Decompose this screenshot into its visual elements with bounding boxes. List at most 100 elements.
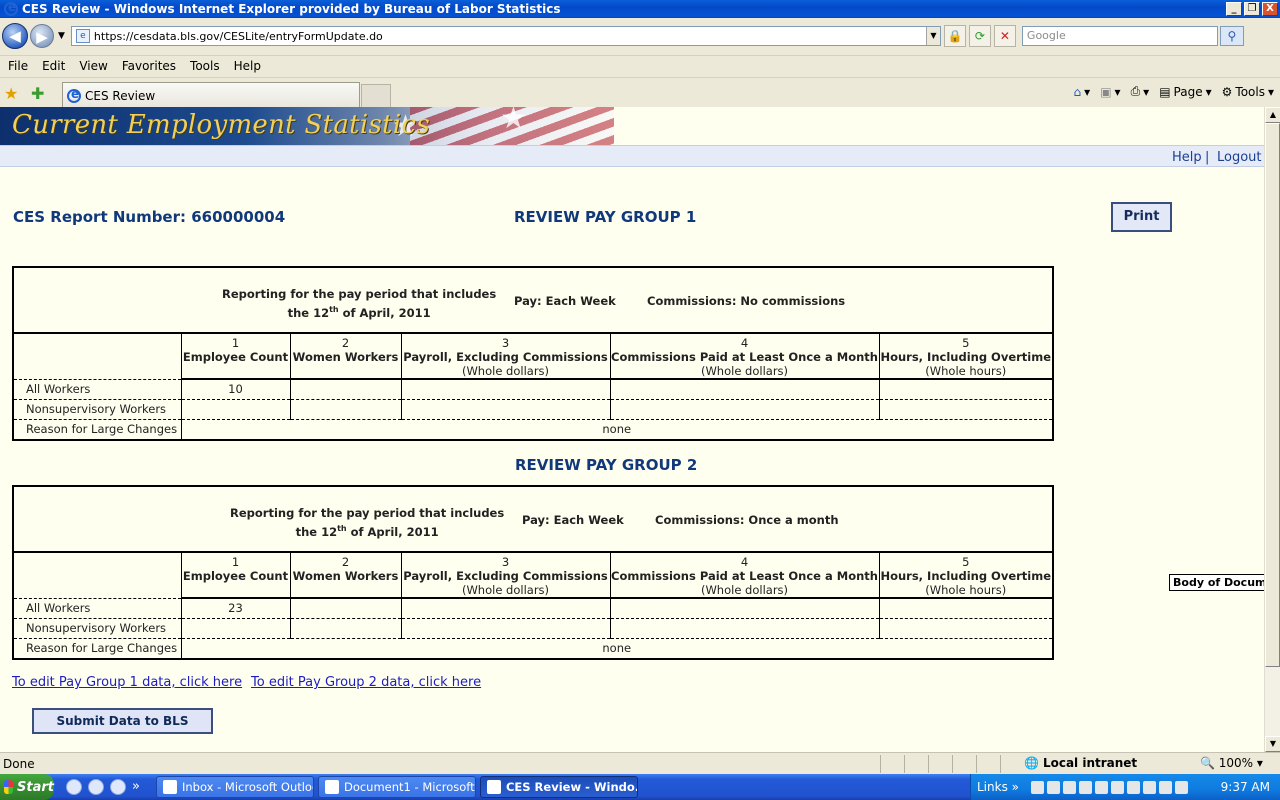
gear-icon: ⚙: [1221, 84, 1233, 99]
restore-button[interactable]: ❐: [1244, 2, 1260, 16]
cell-payroll: [400, 598, 610, 619]
pay-period-line2-end: of April, 2011: [338, 305, 431, 320]
media-player-icon[interactable]: [66, 779, 82, 795]
new-tab-button[interactable]: [361, 84, 391, 108]
taskbar-item-ie[interactable]: CES Review - Windo...: [479, 776, 638, 798]
report-number: CES Report Number: 660000004: [13, 208, 286, 226]
stop-icon[interactable]: ✕: [993, 25, 1016, 47]
tray-network-icon[interactable]: [1111, 780, 1124, 794]
add-favorite-icon[interactable]: ✚: [31, 84, 44, 103]
tray-icon[interactable]: [1143, 780, 1156, 794]
taskbar-item-outlook[interactable]: Inbox - Microsoft Outlook: [155, 776, 314, 798]
tab-ces-review[interactable]: CES Review: [62, 82, 360, 108]
commissions-frequency: Commissions: Once a month: [655, 513, 839, 527]
cell-hours: [878, 399, 1052, 420]
menu-edit[interactable]: Edit: [42, 59, 65, 73]
scroll-down-arrow-icon[interactable]: ▼: [1265, 736, 1280, 752]
cell-employee-count: 23: [180, 598, 290, 619]
tray-icons: [1031, 780, 1188, 794]
cell-women-workers: [289, 598, 401, 619]
tray-icon[interactable]: [1079, 780, 1092, 794]
tray-icon[interactable]: [1063, 780, 1076, 794]
menu-tools[interactable]: Tools: [190, 59, 220, 73]
logout-link[interactable]: Logout: [1217, 150, 1262, 165]
column-header-commissions: 4 Commissions Paid at Least Once a Month(…: [609, 334, 879, 380]
back-button[interactable]: ◀: [2, 23, 28, 49]
status-text: Done: [3, 756, 35, 771]
recent-pages-dropdown[interactable]: ▼: [58, 31, 65, 41]
edit-pay-group-1-link[interactable]: To edit Pay Group 1 data, click here: [12, 675, 242, 690]
tools-menu-label: Tools: [1235, 84, 1265, 99]
status-pane: [880, 755, 904, 773]
pay-group-header: Reporting for the pay period that includ…: [14, 268, 1052, 334]
print-command-button[interactable]: ⎙ ▾: [1131, 84, 1150, 99]
cell-commissions: [609, 598, 879, 619]
quick-launch: »: [66, 779, 140, 795]
refresh-icon[interactable]: ⟳: [968, 25, 991, 47]
row-label-nonsupervisory: Nonsupervisory Workers: [14, 618, 181, 639]
scroll-thumb[interactable]: [1265, 123, 1280, 667]
status-pane: [976, 755, 1000, 773]
start-label: Start: [17, 779, 54, 795]
reason-value: none: [180, 419, 1052, 439]
ces-banner: ★ ★ Current Employment Statistics: [0, 107, 614, 145]
lock-icon[interactable]: 🔒: [943, 25, 966, 47]
quick-launch-more[interactable]: »: [132, 779, 140, 795]
tray-icon[interactable]: [1127, 780, 1140, 794]
links-toolbar[interactable]: Links »: [977, 780, 1019, 794]
cell-commissions: [609, 618, 879, 639]
taskbar-item-word[interactable]: Document1 - Microsoft W...: [317, 776, 476, 798]
forward-button[interactable]: ▶: [30, 24, 54, 48]
address-bar[interactable]: e https://cesdata.bls.gov/CESLite/entryF…: [70, 26, 941, 46]
search-icon[interactable]: ⚲: [1219, 26, 1244, 46]
page-icon: ▤: [1159, 84, 1171, 99]
pay-group-data-grid: 1 Employee Count 2 Women Workers 3 Payroll,…: [14, 334, 1052, 439]
menu-favorites[interactable]: Favorites: [122, 59, 176, 73]
address-dropdown-button[interactable]: ▼: [925, 27, 940, 45]
menu-view[interactable]: View: [79, 59, 107, 73]
menu-help[interactable]: Help: [234, 59, 261, 73]
start-button[interactable]: Start: [0, 774, 54, 800]
print-button[interactable]: Print: [1111, 202, 1172, 232]
tray-mail-icon[interactable]: [1031, 780, 1044, 794]
pay-period-line1: Reporting for the pay period that includ…: [222, 287, 497, 301]
zoom-level[interactable]: 🔍 100% ▾: [1200, 756, 1263, 770]
table-row-reason: Reason for Large Changes none: [14, 638, 1052, 658]
ie-quick-icon[interactable]: [110, 779, 126, 795]
tools-menu-button[interactable]: ⚙ Tools ▾: [1222, 85, 1274, 99]
scroll-up-arrow-icon[interactable]: ▲: [1265, 107, 1280, 123]
taskbar-clock[interactable]: 9:37 AM: [1221, 780, 1270, 794]
favorites-star-icon[interactable]: ★: [4, 84, 18, 103]
review-pay-group-2-title: REVIEW PAY GROUP 2: [515, 456, 698, 474]
status-bar: Done 🌐 Local intranet 🔍 100% ▾: [0, 752, 1280, 774]
tray-icon[interactable]: [1175, 780, 1188, 794]
vertical-scrollbar[interactable]: ▲ ▼: [1264, 107, 1280, 752]
address-url[interactable]: https://cesdata.bls.gov/CESLite/entryFor…: [94, 30, 383, 43]
edit-pay-group-2-link[interactable]: To edit Pay Group 2 data, click here: [251, 675, 481, 690]
ie-icon: [486, 780, 501, 794]
tray-shield-icon[interactable]: [1159, 780, 1172, 794]
cell-hours: [878, 618, 1052, 639]
cell-payroll: [400, 399, 610, 420]
search-input[interactable]: Google: [1021, 26, 1218, 46]
minimize-button[interactable]: _: [1226, 2, 1242, 16]
tray-icon[interactable]: [1047, 780, 1060, 794]
help-link[interactable]: Help: [1172, 150, 1202, 165]
taskbar-item-label: CES Review - Windo...: [505, 780, 638, 794]
pay-period-line1: Reporting for the pay period that includ…: [230, 506, 505, 520]
outlook-quick-icon[interactable]: [88, 779, 104, 795]
page-menu-label: Page: [1173, 84, 1203, 99]
taskbar-item-label: Document1 - Microsoft W...: [343, 780, 475, 794]
home-button[interactable]: ⌂ ▾: [1074, 85, 1091, 99]
tray-icon[interactable]: [1095, 780, 1108, 794]
submit-data-button[interactable]: Submit Data to BLS: [32, 708, 213, 734]
feeds-button[interactable]: ▣ ▾: [1100, 85, 1120, 99]
pay-group-2-table: Reporting for the pay period that includ…: [12, 485, 1054, 660]
status-panes: [880, 755, 1024, 773]
status-pane: [904, 755, 928, 773]
page-menu-button[interactable]: ▤ Page ▾: [1159, 85, 1211, 99]
pay-period-text: Reporting for the pay period that includ…: [222, 286, 496, 321]
security-zone[interactable]: 🌐 Local intranet: [1024, 756, 1137, 770]
menu-file[interactable]: File: [8, 59, 28, 73]
close-window-button[interactable]: X: [1262, 2, 1278, 16]
